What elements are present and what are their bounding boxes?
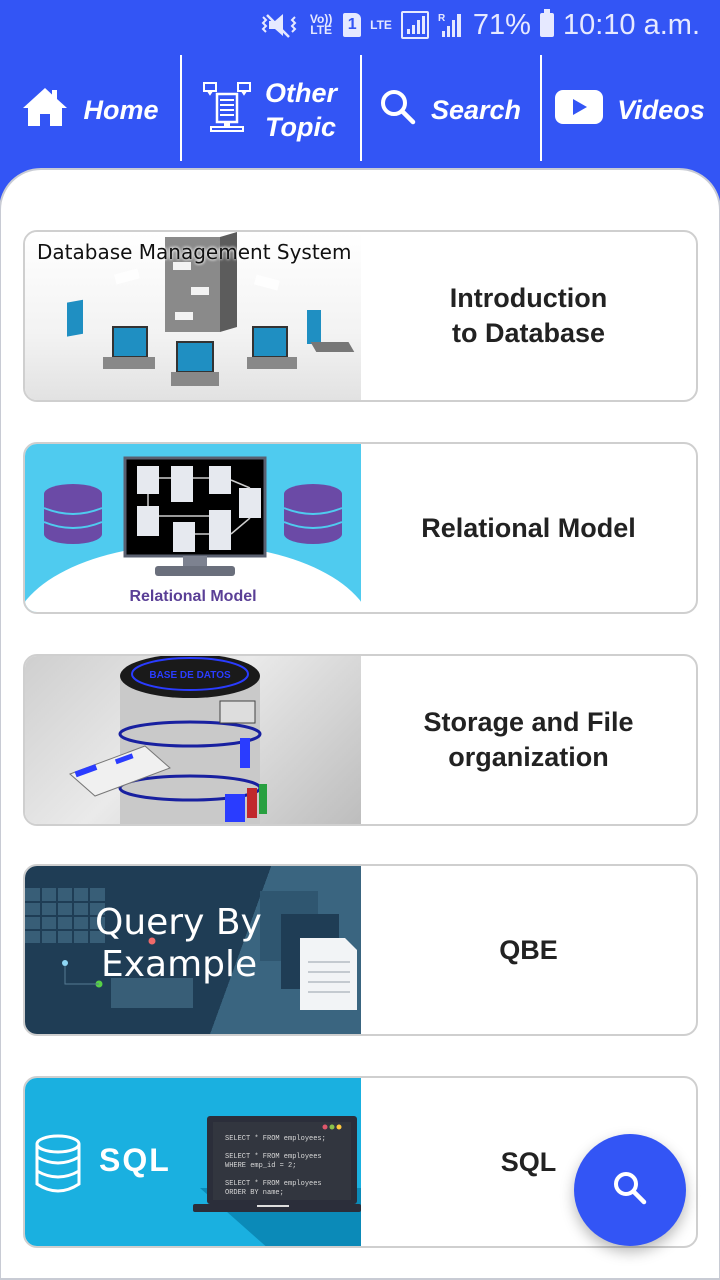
storage-thumbnail: BASE DE DATOS bbox=[25, 656, 361, 824]
battery-percent: 71% bbox=[472, 8, 531, 41]
sql-thumbnail-caption: SQL bbox=[99, 1142, 171, 1178]
dbms-thumbnail: Database Management System bbox=[25, 232, 361, 400]
sim-icon: 1 bbox=[343, 13, 362, 37]
dbms-thumbnail-caption: Database Management System bbox=[37, 240, 352, 264]
topic-title-intro: Introduction to Database bbox=[361, 232, 696, 400]
lte-icon: LTE bbox=[370, 17, 392, 32]
storage-drum-label: BASE DE DATOS bbox=[149, 670, 231, 681]
svg-text:ORDER BY name;: ORDER BY name; bbox=[225, 1189, 284, 1197]
search-icon bbox=[379, 88, 417, 133]
top-nav: Home Other Topic Search Videos bbox=[0, 50, 720, 170]
topic-title-relational: Relational Model bbox=[361, 444, 696, 612]
nav-other-topic-label: Other Topic bbox=[265, 76, 337, 144]
nav-other-topic[interactable]: Other Topic bbox=[180, 50, 360, 170]
svg-text:SELECT * FROM employees: SELECT * FROM employees bbox=[225, 1180, 322, 1188]
signal-roaming-icon: R bbox=[438, 11, 464, 39]
title-line2: organization bbox=[448, 742, 609, 772]
title-line2: to Database bbox=[451, 318, 606, 348]
nav-other-line1: Other bbox=[264, 78, 337, 108]
qbe-thumbnail-caption: Query By Example bbox=[95, 902, 262, 986]
title-line1: QBE bbox=[499, 934, 558, 965]
svg-text:SELECT * FROM employees;: SELECT * FROM employees; bbox=[225, 1135, 326, 1143]
title-line1: Introduction bbox=[449, 283, 608, 313]
sql-thumbnail: SELECT * FROM employees; SELECT * FROM e… bbox=[25, 1078, 361, 1246]
vibrate-mute-icon bbox=[259, 11, 299, 39]
lte-label: LTE bbox=[370, 17, 392, 32]
nav-home-label: Home bbox=[83, 94, 159, 125]
home-icon bbox=[21, 86, 69, 135]
title-line1: SQL bbox=[500, 1146, 557, 1177]
nav-other-line2: Topic bbox=[264, 112, 336, 142]
status-bar: Vo)) LTE 1 LTE R 71% 10:10 a.m. bbox=[0, 0, 720, 50]
relational-thumbnail: Relational Model bbox=[25, 444, 361, 612]
svg-text:SELECT * FROM employees: SELECT * FROM employees bbox=[225, 1153, 322, 1161]
topic-title-storage: Storage and File organization bbox=[361, 656, 696, 824]
nav-search-label: Search bbox=[430, 94, 522, 125]
title-line1: Relational Model bbox=[421, 512, 636, 543]
nav-videos-label: Videos bbox=[617, 94, 705, 125]
qbe-caption-line1: Query By bbox=[95, 902, 262, 943]
topic-card-intro[interactable]: Database Management System Introduction t… bbox=[23, 230, 698, 402]
nav-home[interactable]: Home bbox=[0, 50, 180, 170]
topic-title-qbe: QBE bbox=[361, 866, 696, 1034]
battery-icon bbox=[539, 9, 554, 37]
topic-card-storage[interactable]: BASE DE DATOS Storage and File organizat… bbox=[23, 654, 698, 826]
topic-card-relational[interactable]: Relational Model Relational Model bbox=[23, 442, 698, 614]
sql-database-icon bbox=[35, 1134, 81, 1193]
topic-list: Database Management System Introduction t… bbox=[1, 170, 719, 1278]
clock: 10:10 a.m. bbox=[562, 8, 700, 41]
kiosk-chat-icon bbox=[202, 81, 251, 140]
qbe-caption-line2: Example bbox=[101, 944, 258, 985]
topic-card-qbe[interactable]: Query By Example QBE bbox=[23, 864, 698, 1036]
volte-icon: Vo)) LTE bbox=[309, 12, 333, 37]
svg-text:R: R bbox=[438, 13, 446, 24]
relational-thumbnail-caption: Relational Model bbox=[129, 588, 257, 605]
nav-videos[interactable]: Videos bbox=[540, 50, 720, 170]
search-fab[interactable] bbox=[574, 1134, 686, 1246]
search-icon bbox=[610, 1168, 650, 1213]
qbe-thumbnail: Query By Example bbox=[25, 866, 361, 1034]
svg-text:WHERE emp_id = 2;: WHERE emp_id = 2; bbox=[225, 1162, 296, 1170]
signal-box-icon bbox=[400, 11, 429, 39]
play-icon bbox=[555, 89, 604, 131]
title-line1: Storage and File bbox=[423, 707, 634, 737]
nav-search[interactable]: Search bbox=[360, 50, 540, 170]
